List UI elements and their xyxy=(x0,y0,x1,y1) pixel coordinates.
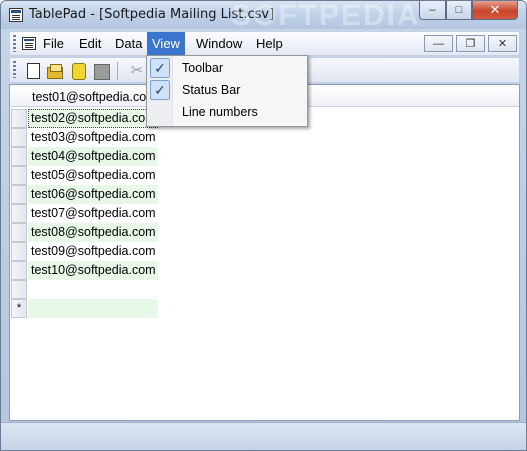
menu-help[interactable]: Help xyxy=(251,32,288,55)
grid-cell[interactable]: test10@softpedia.com xyxy=(28,261,158,280)
new-row-header[interactable]: * xyxy=(11,299,27,318)
view-menu-line-numbers[interactable]: Line numbers xyxy=(147,101,307,123)
close-button[interactable]: ✕ xyxy=(472,1,518,20)
menu-file[interactable]: File xyxy=(38,32,69,55)
grid-cell[interactable]: test06@softpedia.com xyxy=(28,185,158,204)
row-header[interactable] xyxy=(11,109,27,128)
view-menu-toolbar[interactable]: ✓ Toolbar xyxy=(147,57,307,79)
grid-cell[interactable]: test02@softpedia.com xyxy=(28,109,158,128)
document-window-icon[interactable] xyxy=(22,37,36,50)
menu-edit[interactable]: Edit xyxy=(74,32,106,55)
maximize-button[interactable]: □ xyxy=(446,1,472,20)
menubar-grip-icon[interactable] xyxy=(13,35,16,52)
row-header[interactable] xyxy=(11,185,27,204)
grid-cell[interactable]: test05@softpedia.com xyxy=(28,166,158,185)
title-bar[interactable]: TablePad - [Softpedia Mailing List.csv] … xyxy=(1,1,526,32)
row-header[interactable] xyxy=(11,166,27,185)
row-header[interactable] xyxy=(11,128,27,147)
child-minimize-button[interactable]: — xyxy=(424,35,453,52)
new-document-icon[interactable] xyxy=(24,62,42,80)
checkmark-icon: ✓ xyxy=(150,80,170,100)
grid-cell[interactable] xyxy=(28,280,158,299)
row-header[interactable] xyxy=(11,223,27,242)
status-bar xyxy=(1,422,526,450)
column-header-label: test01@softpedia.com xyxy=(32,90,157,104)
minimize-button[interactable]: – xyxy=(419,1,446,20)
toolbar-separator xyxy=(117,62,118,80)
toolbar-grip-icon[interactable] xyxy=(13,61,16,78)
grid-cell[interactable]: test04@softpedia.com xyxy=(28,147,158,166)
menu-bar: File Edit Data View Window Help — ❐ ✕ xyxy=(9,31,520,56)
row-header[interactable] xyxy=(11,204,27,223)
row-header[interactable] xyxy=(11,261,27,280)
watermark: SOFTPEDIA xyxy=(231,0,421,32)
menu-data[interactable]: Data xyxy=(110,32,147,55)
grid-cell[interactable]: test07@softpedia.com xyxy=(28,204,158,223)
child-close-button[interactable]: ✕ xyxy=(488,35,517,52)
menu-item-label: Status Bar xyxy=(182,83,241,97)
new-row-cell[interactable] xyxy=(28,299,158,318)
database-icon[interactable] xyxy=(92,62,110,80)
grid-cell[interactable]: test09@softpedia.com xyxy=(28,242,158,261)
row-header[interactable] xyxy=(11,147,27,166)
row-header[interactable] xyxy=(11,242,27,261)
save-icon[interactable] xyxy=(69,62,87,80)
view-menu-status-bar[interactable]: ✓ Status Bar xyxy=(147,79,307,101)
checkmark-icon: ✓ xyxy=(150,58,170,78)
app-window: TablePad - [Softpedia Mailing List.csv] … xyxy=(0,0,527,451)
child-restore-button[interactable]: ❐ xyxy=(456,35,485,52)
view-menu-dropdown: ✓ Toolbar ✓ Status Bar Line numbers xyxy=(146,55,308,127)
open-folder-icon[interactable] xyxy=(46,62,64,80)
data-grid[interactable]: test01@softpedia.com test02@softpedia.co… xyxy=(9,84,520,421)
grid-cell[interactable]: test03@softpedia.com xyxy=(28,128,158,147)
menu-view[interactable]: View xyxy=(147,32,185,55)
cut-icon[interactable]: ✂ xyxy=(128,62,146,80)
row-header[interactable] xyxy=(11,280,27,299)
menu-item-label: Line numbers xyxy=(182,105,258,119)
menu-item-label: Toolbar xyxy=(182,61,223,75)
grid-cell[interactable]: test08@softpedia.com xyxy=(28,223,158,242)
menu-window[interactable]: Window xyxy=(191,32,247,55)
app-icon[interactable] xyxy=(9,8,23,22)
